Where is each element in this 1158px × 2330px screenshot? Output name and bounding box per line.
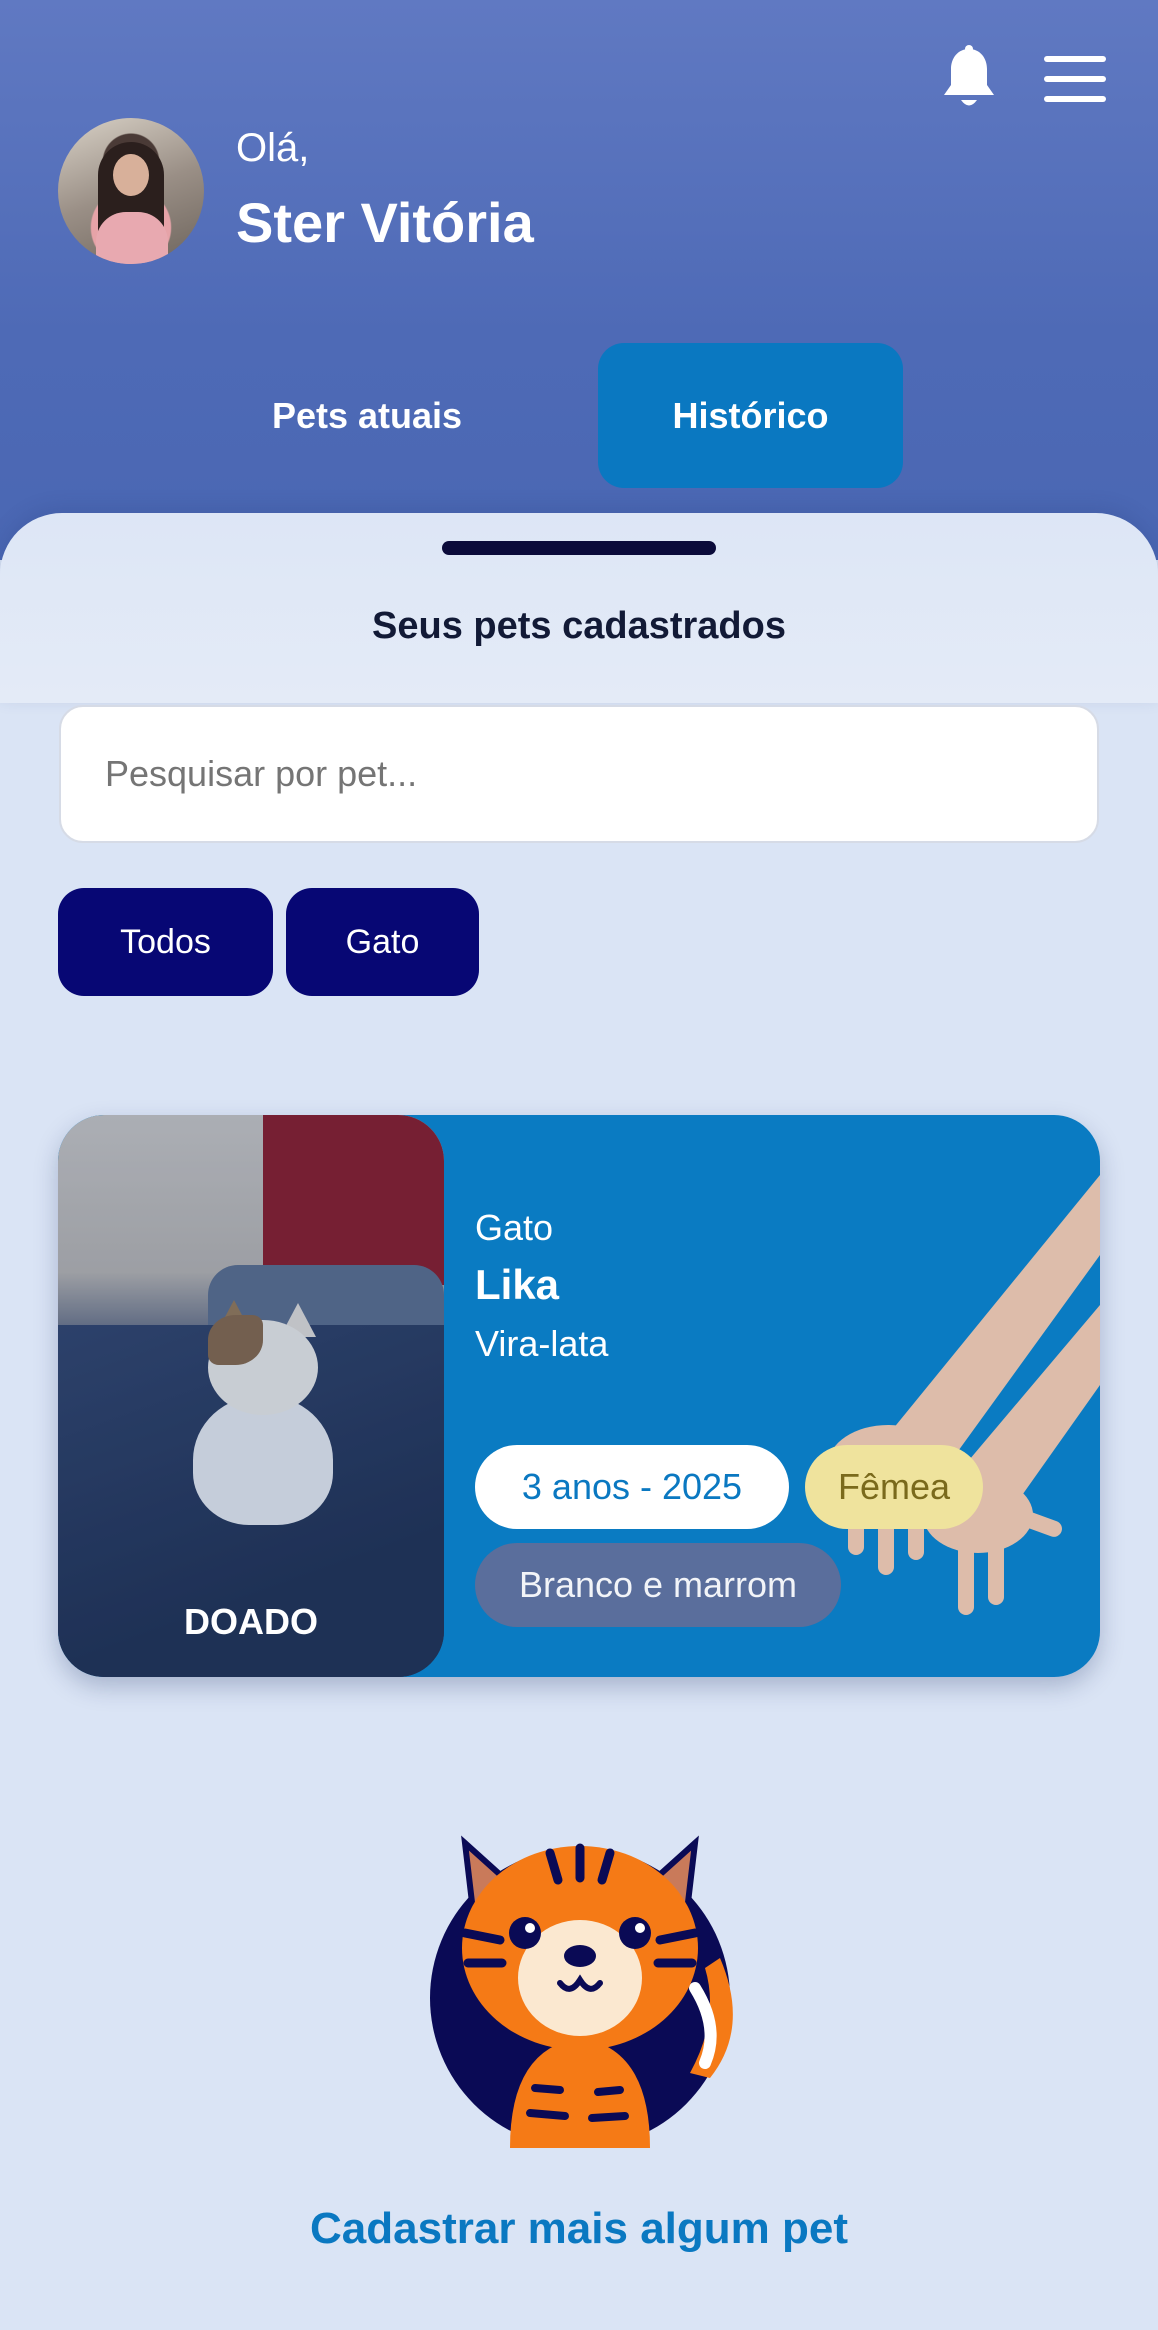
tab-pets-atuais[interactable]: Pets atuais [225, 343, 509, 488]
search-input[interactable] [59, 705, 1099, 843]
filter-chip-todos[interactable]: Todos [58, 888, 273, 996]
hamburger-menu-icon[interactable] [1044, 56, 1106, 102]
greeting-text: Olá, [236, 126, 310, 170]
pet-card[interactable]: DOADO Gato Lika Vira-lata 3 anos - 2025 … [58, 1115, 1100, 1677]
pet-name: Lika [475, 1261, 560, 1308]
user-name: Ster Vitória [236, 191, 534, 254]
color-tag: Branco e marrom [475, 1543, 841, 1627]
avatar[interactable] [58, 118, 204, 264]
tab-historico[interactable]: Histórico [598, 343, 903, 488]
filter-chip-gato[interactable]: Gato [286, 888, 479, 996]
bell-icon[interactable] [940, 45, 998, 111]
pet-breed: Vira-lata [475, 1323, 609, 1364]
pet-type: Gato [475, 1207, 554, 1248]
pet-photo: DOADO [58, 1115, 444, 1677]
header: Olá, Ster Vitória Pets atuais Histórico [0, 0, 1158, 560]
sheet-title: Seus pets cadastrados [372, 605, 786, 647]
sex-tag: Fêmea [805, 1445, 983, 1529]
age-tag: 3 anos - 2025 [475, 1445, 789, 1529]
cat-mascot-icon[interactable] [420, 1828, 740, 2148]
status-badge: DOADO [184, 1601, 318, 1642]
bottom-sheet-header: Seus pets cadastrados [0, 513, 1158, 703]
sheet-drag-handle[interactable] [442, 541, 716, 555]
register-pet-link[interactable]: Cadastrar mais algum pet [0, 2204, 1158, 2254]
